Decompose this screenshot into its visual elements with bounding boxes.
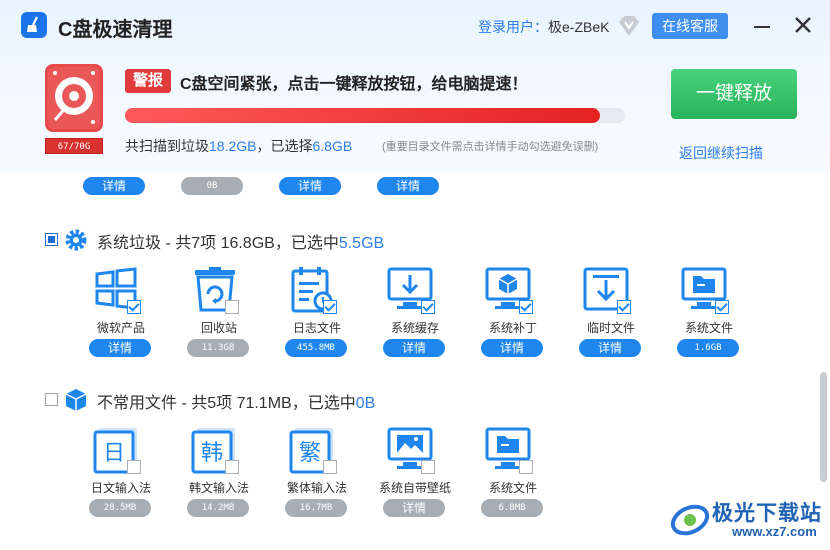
item-checkbox[interactable] xyxy=(519,460,533,474)
scan-note: (重要目录文件需点击详情手动勾选避免误删) xyxy=(382,141,599,153)
details-pill[interactable]: 详情 xyxy=(83,177,145,195)
online-support-button[interactable]: 在线客服 xyxy=(652,13,728,39)
item-wallpapers[interactable]: 系统自带壁纸 详情 xyxy=(377,426,453,536)
item-checkbox[interactable] xyxy=(715,300,729,314)
item-checkbox[interactable] xyxy=(127,300,141,314)
title-bar: C盘极速清理 登录用户： 极e-ZBeK 在线客服 xyxy=(0,0,830,54)
item-checkbox[interactable] xyxy=(127,460,141,474)
header-panel: C盘极速清理 登录用户： 极e-ZBeK 在线客服 67/70G 警报 C盘空间… xyxy=(0,0,830,172)
item-label: 系统文件 xyxy=(684,321,733,335)
app-title: C盘极速清理 xyxy=(58,19,173,41)
details-pill[interactable]: 详情 xyxy=(383,499,445,517)
section-selected-size: 5.5GB xyxy=(338,235,385,252)
size-pill[interactable]: 455.8MB xyxy=(285,339,347,357)
continue-scan-link[interactable]: 返回继续扫描 xyxy=(679,143,763,163)
watermark-url: www.xz7.com xyxy=(732,524,817,539)
cube-icon xyxy=(64,388,88,412)
scrollbar-thumb[interactable] xyxy=(820,372,827,482)
item-label: 系统缓存 xyxy=(390,321,439,335)
hard-disk-icon xyxy=(45,64,103,132)
scan-summary: 共扫描到垃圾18.2GB，已选择6.8GB xyxy=(125,136,352,156)
item-label: 日志文件 xyxy=(292,321,341,335)
details-pill[interactable]: 详情 xyxy=(89,339,151,357)
item-checkbox[interactable] xyxy=(323,460,337,474)
size-pill[interactable]: 16.7MB xyxy=(285,499,347,517)
size-pill[interactable]: 0B xyxy=(181,177,243,195)
item-log-files[interactable]: 日志文件 455.8MB xyxy=(279,266,355,376)
alert-badge: 警报 xyxy=(125,69,171,93)
uncommon-files-title: 不常用文件 - 共5项 71.1MB，已选中0B xyxy=(97,389,375,413)
watermark: 极光下载站 www.xz7.com xyxy=(668,494,828,544)
login-label: 登录用户： xyxy=(478,19,548,35)
item-label: 临时文件 xyxy=(586,321,635,335)
disk-usage-indicator: 67/70G xyxy=(45,138,103,154)
ime-glyph: 日 xyxy=(103,441,125,466)
item-checkbox[interactable] xyxy=(421,300,435,314)
selected-junk-size: 6.8GB xyxy=(312,138,353,154)
details-pill[interactable]: 详情 xyxy=(383,339,445,357)
disk-progress-fill xyxy=(125,108,600,123)
broom-icon xyxy=(21,12,47,38)
item-checkbox[interactable] xyxy=(421,460,435,474)
summary-prefix: 共扫描到垃圾 xyxy=(125,138,209,154)
item-system-patch[interactable]: 系统补丁 详情 xyxy=(475,266,551,376)
size-pill[interactable]: 14.2MB xyxy=(187,499,249,517)
minimize-button[interactable] xyxy=(754,26,770,28)
item-japanese-ime[interactable]: 日 日文输入法 28.5MB xyxy=(83,426,159,536)
item-system-cache[interactable]: 系统缓存 详情 xyxy=(377,266,453,376)
item-temp-files[interactable]: 临时文件 详情 xyxy=(573,266,649,376)
item-label: 系统补丁 xyxy=(488,321,537,335)
size-pill[interactable]: 6.8MB xyxy=(481,499,543,517)
close-button[interactable] xyxy=(794,16,812,34)
item-traditional-ime[interactable]: 繁 繁体输入法 16.7MB xyxy=(279,426,355,536)
gear-icon xyxy=(64,228,88,252)
uncommon-files-checkbox[interactable] xyxy=(45,393,58,406)
ime-glyph: 繁 xyxy=(299,441,321,466)
details-pill[interactable]: 详情 xyxy=(279,177,341,195)
close-icon xyxy=(795,17,811,33)
item-label: 系统文件 xyxy=(488,481,537,495)
username[interactable]: 极e-ZBeK xyxy=(548,17,609,37)
total-junk-size: 18.2GB xyxy=(209,138,257,154)
watermark-text: 极光下载站 xyxy=(712,502,822,525)
details-pill[interactable]: 详情 xyxy=(579,339,641,357)
item-label: 回收站 xyxy=(200,321,237,335)
system-junk-checkbox[interactable] xyxy=(45,233,58,246)
item-label: 韩文输入法 xyxy=(188,481,249,495)
section-title-text: 不常用文件 - 共5项 71.1MB，已选中 xyxy=(97,395,356,412)
item-korean-ime[interactable]: 韩 韩文输入法 14.2MB xyxy=(181,426,257,536)
watermark-logo-icon xyxy=(670,504,710,536)
item-checkbox[interactable] xyxy=(519,300,533,314)
disk-progress-bar xyxy=(125,108,625,123)
ime-glyph: 韩 xyxy=(201,441,223,466)
system-junk-title: 系统垃圾 - 共7项 16.8GB，已选中5.5GB xyxy=(97,229,384,253)
size-pill[interactable]: 28.5MB xyxy=(89,499,151,517)
item-checkbox[interactable] xyxy=(225,460,239,474)
section-selected-size: 0B xyxy=(355,395,376,412)
item-system-files[interactable]: 系统文件 1.6GB xyxy=(671,266,747,376)
size-pill[interactable]: 11.3GB xyxy=(187,339,249,357)
size-pill[interactable]: 1.6GB xyxy=(677,339,739,357)
alert-message: C盘空间紧张，点击一键释放按钮，给电脑提速！ xyxy=(180,76,528,93)
item-microsoft-products[interactable]: 微软产品 详情 xyxy=(83,266,159,376)
details-pill[interactable]: 详情 xyxy=(481,339,543,357)
summary-mid: ，已选择 xyxy=(256,138,313,154)
one-click-release-button[interactable]: 一键释放 xyxy=(671,69,797,119)
item-checkbox[interactable] xyxy=(225,300,239,314)
item-label: 系统自带壁纸 xyxy=(378,481,451,495)
item-checkbox[interactable] xyxy=(323,300,337,314)
item-checkbox[interactable] xyxy=(617,300,631,314)
vip-diamond-icon[interactable] xyxy=(617,15,641,37)
item-label: 微软产品 xyxy=(96,321,145,335)
item-label: 繁体输入法 xyxy=(286,481,347,495)
details-pill[interactable]: 详情 xyxy=(377,177,439,195)
section-title-text: 系统垃圾 - 共7项 16.8GB，已选中 xyxy=(97,235,339,252)
item-recycle-bin[interactable]: 回收站 11.3GB xyxy=(181,266,257,376)
item-label: 日文输入法 xyxy=(90,481,151,495)
item-system-files-2[interactable]: 系统文件 6.8MB xyxy=(475,426,551,536)
